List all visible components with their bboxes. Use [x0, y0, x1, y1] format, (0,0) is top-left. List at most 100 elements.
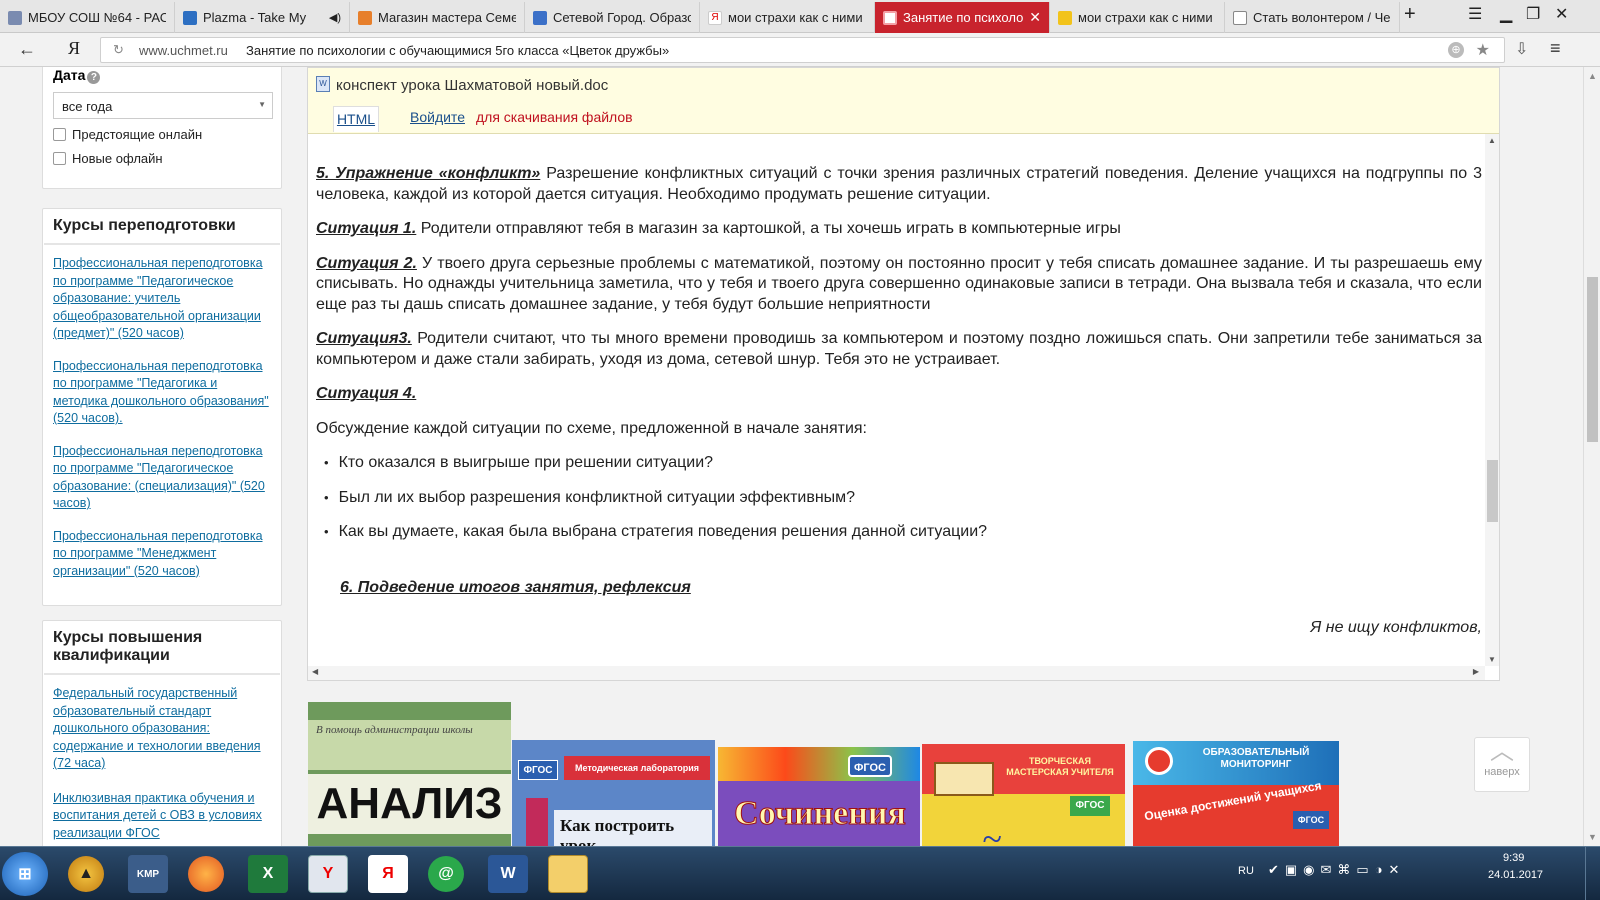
list-item: Был ли их выбор разрешения конфликтной с… [316, 488, 1482, 509]
aimp-icon[interactable]: ▲ [68, 856, 104, 892]
start-button-icon[interactable]: ⊞ [2, 852, 48, 896]
image-favicon-icon [1058, 10, 1072, 25]
checkbox-box[interactable] [53, 152, 66, 165]
kmplayer-icon[interactable]: KMP [128, 855, 168, 893]
book-title: Как построить урок [554, 810, 712, 846]
browser-menu-icon[interactable]: ☰ [1468, 4, 1482, 24]
checkbox-box[interactable] [53, 128, 66, 141]
list-item: Кто оказался в выигрыше при решении ситу… [316, 453, 1482, 474]
page-viewport: Дата? все года ▼ Предстоящие онлайн Новые… [0, 67, 1583, 846]
chevron-up-icon: ︿ [1490, 738, 1514, 765]
explorer-folder-icon[interactable] [548, 855, 588, 893]
yandex-icon[interactable]: Я [368, 855, 408, 893]
situation-3-paragraph: Ситуация3. Родители считают, что ты мног… [316, 330, 1482, 368]
new-offline-checkbox[interactable]: Новые офлайн [53, 151, 163, 166]
scroll-up-icon[interactable]: ▲ [1588, 71, 1597, 81]
scrollbar-thumb[interactable] [1487, 460, 1498, 522]
word-doc-icon: W [316, 76, 330, 92]
page-vertical-scrollbar[interactable]: ▲ ▼ [1583, 67, 1600, 846]
qualification-courses-box: Курсы повышения квалификации Федеральный… [42, 620, 282, 846]
tab-shop[interactable]: Магазин мастера Семе [350, 2, 525, 33]
date-label: Дата? [53, 67, 101, 84]
audio-icon[interactable]: ◀) [329, 11, 341, 24]
page-favicon-icon [1233, 10, 1247, 25]
show-desktop-button[interactable] [1585, 847, 1600, 900]
situation-1-paragraph: Ситуация 1. Родители отправляют тебя в м… [316, 220, 1121, 237]
tab-plazma[interactable]: Plazma - Take My ◀) [175, 2, 350, 33]
tray-icons[interactable]: ✔▣◉✉⌘▭◑✕ [1268, 862, 1405, 878]
scroll-down-icon[interactable]: ▼ [1488, 655, 1496, 664]
book-script-decoration: ~ [982, 819, 1002, 846]
document-scroll-area[interactable]: 5. Упражнение «конфликт» Разрешение конф… [308, 134, 1499, 680]
scroll-up-icon[interactable]: ▲ [1488, 136, 1496, 145]
section-6-paragraph: 6. Подведение итогов занятия, рефлексия [316, 578, 1482, 599]
help-icon[interactable]: ? [87, 71, 101, 84]
url-field[interactable]: ↻ www.uchmet.ru Занятие по психологии с … [100, 37, 1505, 63]
qualification-link[interactable]: Инклюзивная практика обучения и воспитан… [53, 790, 269, 843]
clock-date[interactable]: 24.01.2017 [1488, 869, 1543, 881]
book-ad-workshop[interactable]: ТВОРЧЕСКАЯ МАСТЕРСКАЯ УЧИТЕЛЯ ФГОС ~ [922, 744, 1125, 846]
scrollbar-thumb[interactable] [1587, 277, 1598, 442]
yandex-logo[interactable]: Я [68, 38, 80, 59]
fgos-badge: ФГОС [1293, 811, 1329, 829]
close-tab-icon[interactable]: ✕ [1029, 9, 1041, 26]
back-button[interactable]: ← [18, 39, 36, 60]
mail-agent-icon[interactable]: @ [428, 856, 464, 892]
file-header: W конспект урока Шахматовой новый.doc HT… [308, 68, 1499, 134]
scroll-right-icon[interactable]: ▶ [1473, 667, 1479, 676]
language-indicator[interactable]: RU [1238, 865, 1254, 877]
protect-icon[interactable]: ⊕ [1448, 42, 1464, 58]
book-ad-lesson[interactable]: ФГОС Методическая лаборатория Как постро… [512, 740, 715, 846]
clock-time[interactable]: 9:39 [1503, 852, 1524, 864]
retraining-link[interactable]: Профессиональная переподготовка по прогр… [53, 255, 269, 343]
tab-school[interactable]: МБОУ СОШ №64 - РАС [0, 2, 175, 33]
book-top-text: В помощь администрации школы [308, 720, 511, 770]
minimize-icon[interactable]: ▁ [1500, 4, 1512, 24]
maximize-icon[interactable]: ❐ [1526, 4, 1540, 24]
downloads-icon[interactable]: ⇩ [1515, 39, 1528, 59]
exercise-5-title: 5. Упражнение «конфликт» [316, 165, 541, 182]
fgos-badge: ФГОС [518, 760, 558, 780]
book-ad-monitoring[interactable]: ОБРАЗОВАТЕЛЬНЫЙ МОНИТОРИНГ Оценка достиж… [1133, 741, 1339, 846]
qualification-link[interactable]: Федеральный государственный образователь… [53, 685, 269, 773]
new-tab-button[interactable]: + [1404, 3, 1416, 26]
document-horizontal-scrollbar[interactable]: ◀ ▶ [308, 666, 1485, 680]
date-select[interactable]: все года ▼ [53, 92, 273, 119]
tab-netcity[interactable]: Сетевой Город. Образо [525, 2, 700, 33]
retraining-link[interactable]: Профессиональная переподготовка по прогр… [53, 528, 269, 581]
word-icon[interactable]: W [488, 855, 528, 893]
bookmark-star-icon[interactable]: ★ [1476, 40, 1490, 60]
tab-html[interactable]: HTML [333, 106, 379, 132]
shop-favicon-icon [358, 10, 372, 25]
netcity-favicon-icon [533, 10, 547, 25]
upcoming-online-checkbox[interactable]: Предстоящие онлайн [53, 127, 202, 142]
tab-fears-2[interactable]: мои страхи как с ними [1050, 2, 1225, 33]
retraining-link[interactable]: Профессиональная переподготовка по прогр… [53, 358, 269, 428]
closing-line: Я не ищу конфликтов, [1310, 619, 1482, 636]
book-ad-analysis[interactable]: В помощь администрации школы АНАЛИЗ [308, 702, 511, 846]
back-to-top-button[interactable]: ︿ наверх [1474, 737, 1530, 792]
tab-psychology[interactable]: Занятие по психолог ✕ [875, 2, 1050, 33]
menu-icon[interactable]: ≡ [1550, 38, 1561, 59]
uchmet-favicon-icon [883, 10, 897, 25]
tab-volunteer[interactable]: Стать волонтером / Чем [1225, 2, 1400, 33]
qualification-heading: Курсы повышения квалификации [44, 621, 280, 675]
reload-icon[interactable]: ↻ [113, 42, 124, 58]
scroll-down-icon[interactable]: ▼ [1588, 832, 1597, 842]
tab-bar: МБОУ СОШ №64 - РАС Plazma - Take My ◀) Ма… [0, 0, 1600, 33]
download-note: для скачивания файлов [476, 109, 633, 125]
document-vertical-scrollbar[interactable]: ▲ ▼ [1485, 134, 1499, 666]
tab-fears-1[interactable]: Ямои страхи как с ними [700, 2, 875, 33]
book-series: Методическая лаборатория [564, 756, 710, 780]
close-window-icon[interactable]: ✕ [1555, 4, 1568, 24]
yandex-browser-icon[interactable]: Y [308, 855, 348, 893]
scroll-left-icon[interactable]: ◀ [312, 667, 318, 676]
login-link[interactable]: Войдите [410, 109, 465, 125]
retraining-link[interactable]: Профессиональная переподготовка по прогр… [53, 443, 269, 513]
excel-icon[interactable]: X [248, 855, 288, 893]
situation-4-paragraph: Ситуация 4. [316, 384, 1482, 405]
retraining-courses-box: Курсы переподготовки Профессиональная пе… [42, 208, 282, 606]
book-ad-essays[interactable]: ФГОС Сочинения [718, 747, 920, 846]
retraining-heading: Курсы переподготовки [44, 209, 280, 245]
firefox-icon[interactable] [188, 856, 224, 892]
